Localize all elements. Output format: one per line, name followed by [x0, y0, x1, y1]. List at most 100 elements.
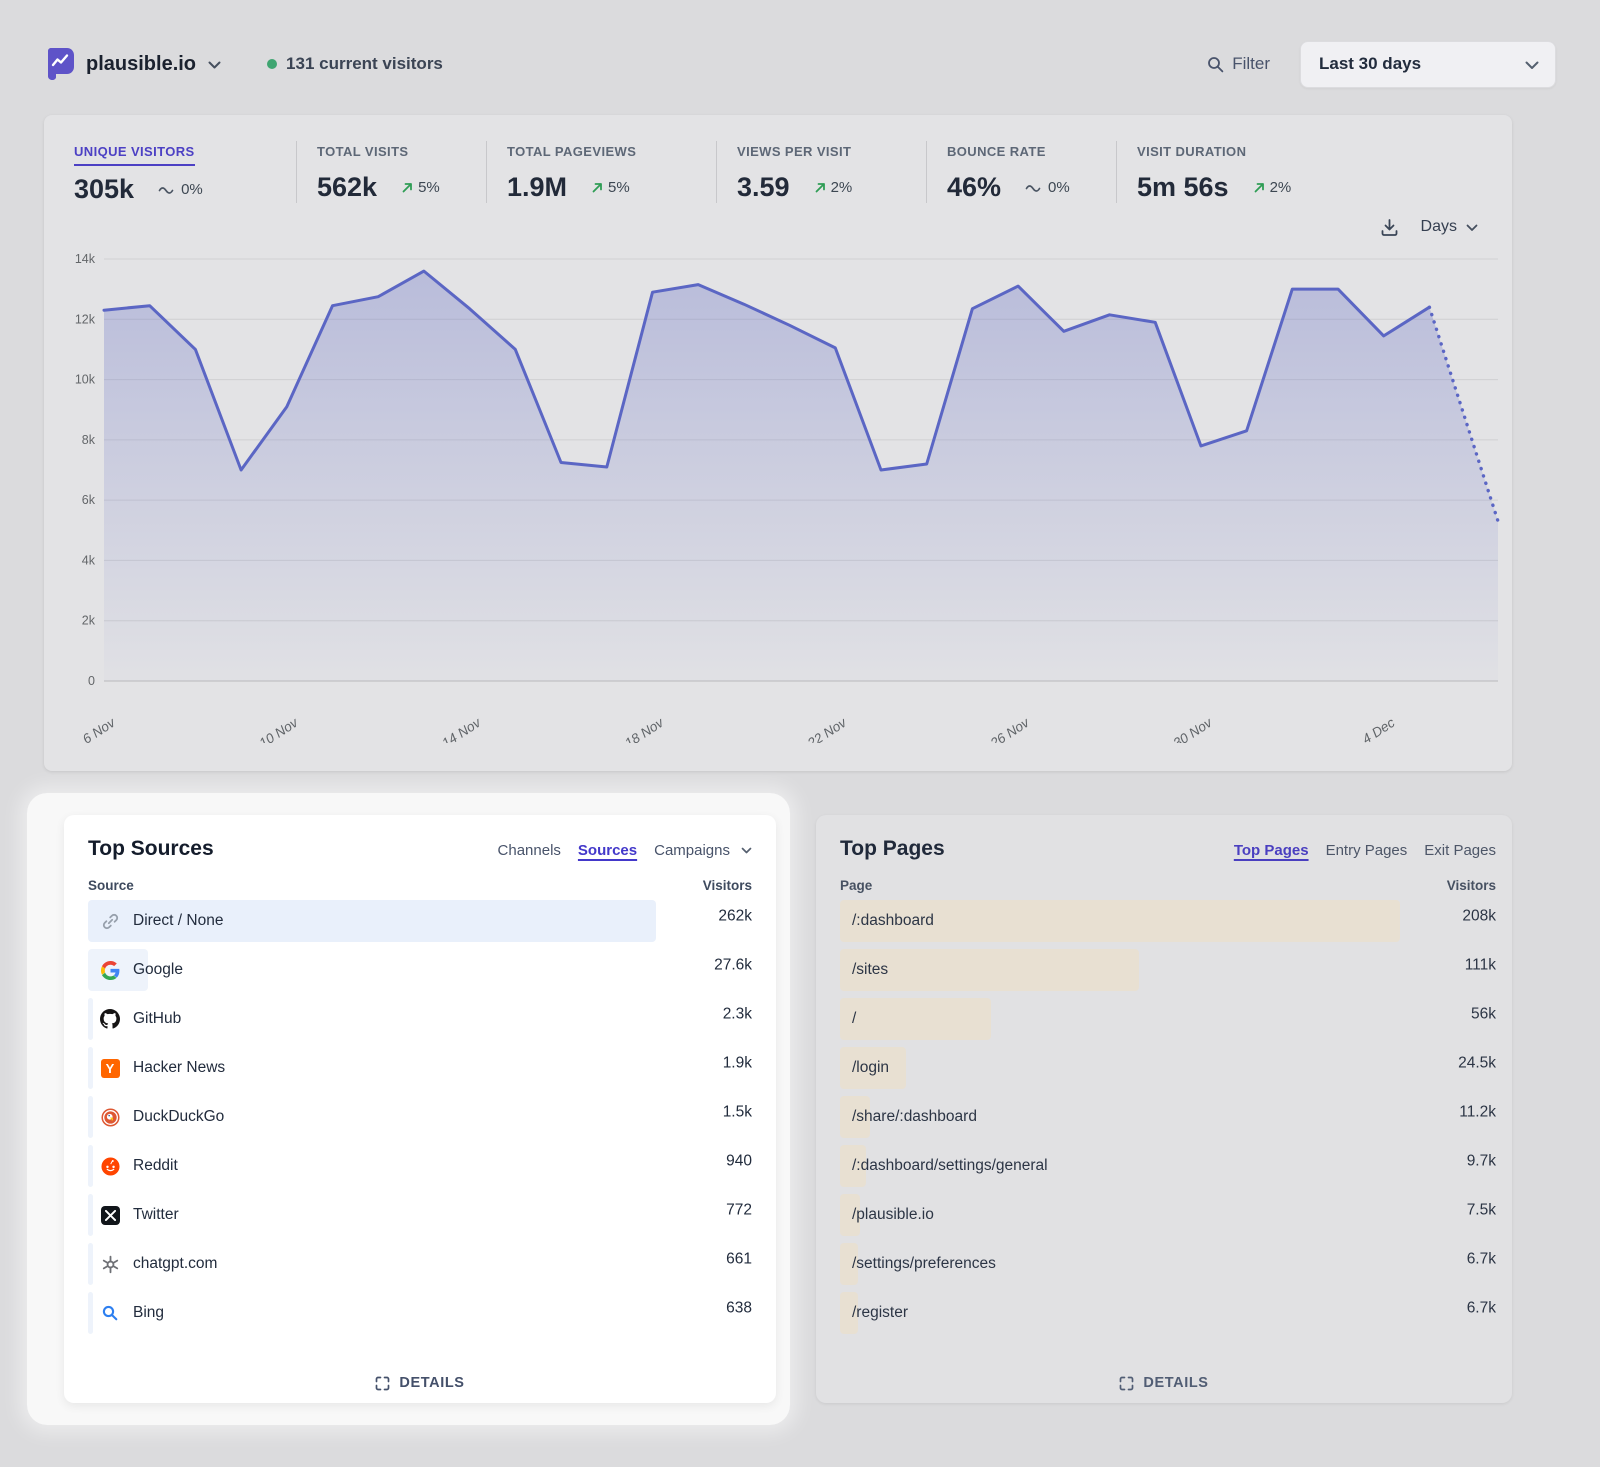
interval-select[interactable]: Days	[1421, 218, 1478, 236]
stat-change-value: 0%	[181, 181, 203, 198]
page-row[interactable]: /:dashboard 208k	[840, 900, 1496, 942]
stat-label[interactable]: TOTAL PAGEVIEWS	[507, 144, 636, 164]
source-name[interactable]: Bing	[133, 1304, 164, 1322]
page-visitors: 7.5k	[1467, 1201, 1496, 1219]
column-visitors: Visitors	[1447, 878, 1496, 893]
source-name[interactable]: Hacker News	[133, 1059, 225, 1077]
source-row[interactable]: Y Hacker News 1.9k	[88, 1047, 752, 1089]
source-name[interactable]: GitHub	[133, 1010, 181, 1028]
page-row[interactable]: /register 6.7k	[840, 1292, 1496, 1334]
current-visitors[interactable]: 131 current visitors	[267, 54, 443, 74]
stat-value: 3.59	[737, 172, 790, 203]
page-path[interactable]: /register	[852, 1304, 908, 1322]
stat-label[interactable]: UNIQUE VISITORS	[74, 144, 195, 166]
site-switcher[interactable]: plausible.io	[44, 48, 221, 80]
stat-views-per-visit[interactable]: VIEWS PER VISIT 3.59 2%	[716, 141, 926, 203]
source-name[interactable]: Direct / None	[133, 912, 223, 930]
svg-text:30 Nov: 30 Nov	[1171, 714, 1216, 743]
stats-row: UNIQUE VISITORS 305k 0% TOTAL VISITS 562…	[44, 141, 1512, 205]
top-sources-card: Top Sources Channels Sources Campaigns S…	[64, 815, 776, 1403]
tab-entry-pages[interactable]: Entry Pages	[1326, 842, 1408, 859]
svg-text:2k: 2k	[82, 614, 96, 628]
up-arrow-icon	[591, 181, 604, 194]
source-name[interactable]: Twitter	[133, 1206, 179, 1224]
page-row[interactable]: /settings/preferences 6.7k	[840, 1243, 1496, 1285]
svg-text:8k: 8k	[82, 433, 96, 447]
stat-value: 1.9M	[507, 172, 567, 203]
page-path[interactable]: /sites	[852, 961, 888, 979]
source-row[interactable]: Google 27.6k	[88, 949, 752, 991]
source-name[interactable]: Reddit	[133, 1157, 178, 1175]
page-path[interactable]: /plausible.io	[852, 1206, 934, 1224]
chevron-down-icon[interactable]	[741, 847, 752, 855]
source-name[interactable]: Google	[133, 961, 183, 979]
stat-visit-duration[interactable]: VISIT DURATION 5m 56s 2%	[1116, 141, 1317, 203]
page-row[interactable]: /share/:dashboard 11.2k	[840, 1096, 1496, 1138]
page-visitors: 9.7k	[1467, 1152, 1496, 1170]
top-header: plausible.io 131 current visitors Filter…	[44, 36, 1556, 92]
source-row[interactable]: chatgpt.com 661	[88, 1243, 752, 1285]
svg-text:12k: 12k	[75, 312, 96, 326]
source-row[interactable]: Twitter 772	[88, 1194, 752, 1236]
source-name[interactable]: DuckDuckGo	[133, 1108, 224, 1126]
details-label: DETAILS	[399, 1375, 464, 1391]
current-visitors-label: 131 current visitors	[286, 54, 443, 74]
panel-title: Top Sources	[88, 837, 214, 861]
svg-text:10 Nov: 10 Nov	[256, 714, 301, 743]
site-name[interactable]: plausible.io	[86, 53, 196, 76]
page-path[interactable]: /share/:dashboard	[852, 1108, 977, 1126]
stat-unique-visitors[interactable]: UNIQUE VISITORS 305k 0%	[74, 141, 296, 205]
page-visitors: 56k	[1471, 1005, 1496, 1023]
page-row[interactable]: /:dashboard/settings/general 9.7k	[840, 1145, 1496, 1187]
source-visitors: 262k	[718, 907, 752, 925]
tab-campaigns[interactable]: Campaigns	[654, 842, 730, 859]
pages-details-button[interactable]: DETAILS	[816, 1375, 1512, 1391]
source-visitors: 2.3k	[723, 1005, 752, 1023]
page-path[interactable]: /:dashboard	[852, 912, 934, 930]
tab-top-pages[interactable]: Top Pages	[1234, 842, 1309, 859]
page-path[interactable]: /	[852, 1010, 856, 1028]
stat-bounce-rate[interactable]: BOUNCE RATE 46% 0%	[926, 141, 1116, 203]
tab-exit-pages[interactable]: Exit Pages	[1424, 842, 1496, 859]
date-range-select[interactable]: Last 30 days	[1300, 41, 1556, 88]
page-row[interactable]: /sites 111k	[840, 949, 1496, 991]
sources-details-button[interactable]: DETAILS	[64, 1375, 776, 1391]
svg-text:14 Nov: 14 Nov	[439, 714, 484, 743]
date-range-value: Last 30 days	[1319, 54, 1421, 74]
column-source: Source	[88, 878, 134, 893]
page-row[interactable]: /login 24.5k	[840, 1047, 1496, 1089]
download-icon[interactable]	[1380, 218, 1399, 237]
page-visitors: 208k	[1462, 907, 1496, 925]
stat-total-pageviews[interactable]: TOTAL PAGEVIEWS 1.9M 5%	[486, 141, 716, 203]
source-visitors: 940	[726, 1152, 752, 1170]
source-row[interactable]: Reddit 940	[88, 1145, 752, 1187]
svg-text:6 Nov: 6 Nov	[80, 714, 119, 743]
live-dot-icon	[267, 59, 277, 69]
source-row[interactable]: Bing 638	[88, 1292, 752, 1334]
stat-label[interactable]: BOUNCE RATE	[947, 144, 1046, 164]
source-name[interactable]: chatgpt.com	[133, 1255, 217, 1273]
page-row[interactable]: /plausible.io 7.5k	[840, 1194, 1496, 1236]
stat-label[interactable]: TOTAL VISITS	[317, 144, 408, 164]
page-path[interactable]: /login	[852, 1059, 889, 1077]
filter-button[interactable]: Filter	[1207, 54, 1270, 74]
tab-sources[interactable]: Sources	[578, 842, 637, 859]
svg-text:4 Dec: 4 Dec	[1360, 715, 1398, 743]
page-path[interactable]: /:dashboard/settings/general	[852, 1157, 1048, 1175]
svg-text:18 Nov: 18 Nov	[622, 714, 667, 743]
github-icon	[100, 1009, 120, 1029]
source-visitors: 1.5k	[723, 1103, 752, 1121]
source-row[interactable]: GitHub 2.3k	[88, 998, 752, 1040]
tab-channels[interactable]: Channels	[498, 842, 561, 859]
source-visitors: 1.9k	[723, 1054, 752, 1072]
stat-label[interactable]: VIEWS PER VISIT	[737, 144, 851, 164]
page-path[interactable]: /settings/preferences	[852, 1255, 996, 1273]
stat-label[interactable]: VISIT DURATION	[1137, 144, 1246, 164]
svg-text:26 Nov: 26 Nov	[987, 714, 1033, 743]
source-row[interactable]: DuckDuckGo 1.5k	[88, 1096, 752, 1138]
source-row[interactable]: Direct / None 262k	[88, 900, 752, 942]
stat-value: 562k	[317, 172, 377, 203]
page-row[interactable]: / 56k	[840, 998, 1496, 1040]
visitors-chart[interactable]: 02k4k6k8k10k12k14k6 Nov10 Nov14 Nov18 No…	[58, 247, 1504, 743]
stat-total-visits[interactable]: TOTAL VISITS 562k 5%	[296, 141, 486, 203]
